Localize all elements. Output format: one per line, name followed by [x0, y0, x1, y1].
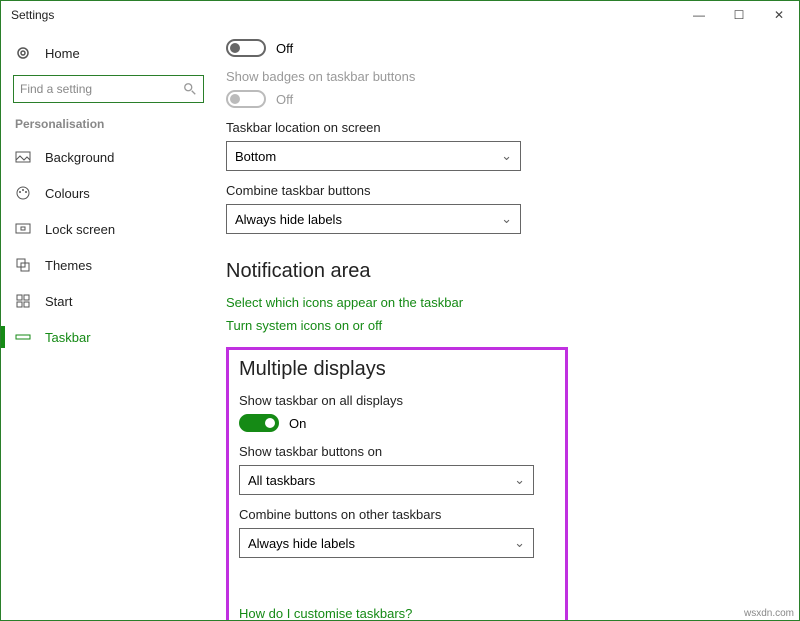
taskbar-icon — [15, 329, 31, 345]
sidebar-item-colours[interactable]: Colours — [1, 175, 216, 211]
sidebar-item-start[interactable]: Start — [1, 283, 216, 319]
multi-combine-dropdown[interactable]: Always hide labels ⌄ — [239, 528, 534, 558]
multiple-displays-box: Multiple displays Show taskbar on all di… — [226, 347, 568, 620]
combine-label: Combine taskbar buttons — [226, 183, 779, 198]
combine-value: Always hide labels — [235, 212, 342, 227]
multi-buttons-label: Show taskbar buttons on — [239, 444, 555, 459]
sidebar-item-label: Colours — [45, 186, 90, 201]
colours-icon — [15, 185, 31, 201]
sidebar-item-themes[interactable]: Themes — [1, 247, 216, 283]
sidebar-item-label: Lock screen — [45, 222, 115, 237]
combine-dropdown[interactable]: Always hide labels ⌄ — [226, 204, 521, 234]
lockscreen-icon — [15, 221, 31, 237]
link-help-taskbars[interactable]: How do I customise taskbars? — [239, 606, 555, 620]
chevron-down-icon: ⌄ — [514, 472, 525, 488]
chevron-down-icon: ⌄ — [501, 211, 512, 227]
link-system-icons[interactable]: Turn system icons on or off — [226, 318, 779, 333]
link-select-icons[interactable]: Select which icons appear on the taskbar — [226, 295, 779, 310]
toggle-badges — [226, 90, 266, 108]
toggle-show-all[interactable] — [239, 414, 279, 432]
content: Home Personalisation Background Colours … — [1, 29, 799, 620]
home-button[interactable]: Home — [1, 37, 216, 69]
window-title: Settings — [11, 8, 54, 22]
sidebar-item-label: Background — [45, 150, 114, 165]
start-icon — [15, 293, 31, 309]
location-dropdown[interactable]: Bottom ⌄ — [226, 141, 521, 171]
notification-heading: Notification area — [226, 260, 779, 283]
search-input[interactable] — [13, 75, 204, 103]
location-value: Bottom — [235, 149, 276, 164]
toggle-1-state: Off — [276, 41, 293, 56]
sidebar-item-label: Start — [45, 294, 72, 309]
sidebar-item-background[interactable]: Background — [1, 139, 216, 175]
sidebar-item-label: Themes — [45, 258, 92, 273]
toggle-row-badges: Off — [226, 90, 779, 108]
multi-buttons-dropdown[interactable]: All taskbars ⌄ — [239, 465, 534, 495]
multi-buttons-value: All taskbars — [248, 473, 315, 488]
toggle-row-1: Off — [226, 39, 779, 57]
gear-icon — [15, 45, 31, 61]
chevron-down-icon: ⌄ — [501, 148, 512, 164]
chevron-down-icon: ⌄ — [514, 535, 525, 551]
main-panel: Off Show badges on taskbar buttons Off T… — [216, 29, 799, 620]
titlebar: Settings — ☐ ✕ — [1, 1, 799, 29]
home-label: Home — [45, 46, 80, 61]
sidebar-item-label: Taskbar — [45, 330, 91, 345]
multi-heading: Multiple displays — [239, 358, 555, 381]
minimize-button[interactable]: — — [679, 8, 719, 22]
badges-label: Show badges on taskbar buttons — [226, 69, 779, 84]
toggle-badges-state: Off — [276, 92, 293, 107]
toggle-row-multi: On — [239, 414, 555, 432]
location-label: Taskbar location on screen — [226, 120, 779, 135]
group-label: Personalisation — [1, 113, 216, 139]
multi-combine-label: Combine buttons on other taskbars — [239, 507, 555, 522]
sidebar-item-taskbar[interactable]: Taskbar — [1, 319, 216, 355]
watermark: wsxdn.com — [744, 608, 794, 619]
themes-icon — [15, 257, 31, 273]
search-field[interactable] — [20, 82, 183, 96]
sidebar-item-lockscreen[interactable]: Lock screen — [1, 211, 216, 247]
search-wrap — [1, 69, 216, 113]
multi-combine-value: Always hide labels — [248, 536, 355, 551]
toggle-show-all-state: On — [289, 416, 306, 431]
background-icon — [15, 149, 31, 165]
search-icon — [183, 82, 197, 96]
sidebar: Home Personalisation Background Colours … — [1, 29, 216, 620]
toggle-1[interactable] — [226, 39, 266, 57]
multi-show-label: Show taskbar on all displays — [239, 393, 555, 408]
close-button[interactable]: ✕ — [759, 8, 799, 22]
maximize-button[interactable]: ☐ — [719, 8, 759, 22]
